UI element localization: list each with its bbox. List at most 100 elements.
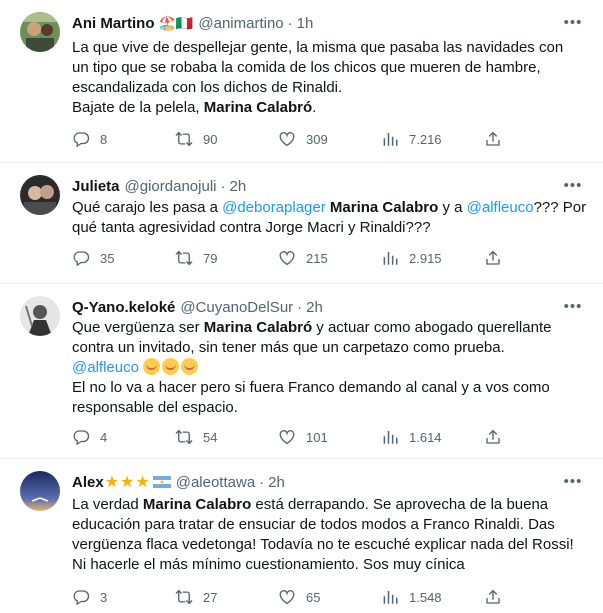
tweet[interactable]: Julieta @giordanojuli · 2h ••• Qué caraj… xyxy=(0,163,603,284)
reply-count: 3 xyxy=(100,589,108,605)
timestamp[interactable]: 2h xyxy=(306,299,323,316)
separator-dot: · xyxy=(220,177,226,195)
display-name[interactable]: Q-Yano.keloké xyxy=(72,299,175,316)
share-icon xyxy=(484,428,502,446)
like-count: 101 xyxy=(306,429,328,445)
avatar[interactable] xyxy=(20,296,60,336)
share-button[interactable] xyxy=(484,588,502,606)
retweet-button[interactable]: 79 xyxy=(175,249,245,267)
tweet[interactable]: Alex ★ ★ ★ @aleottawa · 2h ••• La verdad M… xyxy=(0,459,603,613)
text-line: El no lo va a hacer pero si fuera Franco… xyxy=(72,379,550,396)
views-button[interactable]: 1.614 xyxy=(381,428,451,446)
more-options-icon[interactable]: ••• xyxy=(563,471,583,491)
tweet-header: Alex ★ ★ ★ @aleottawa · 2h ••• xyxy=(72,471,583,493)
views-count: 1.548 xyxy=(409,589,442,605)
mention-link[interactable]: @alfleuco xyxy=(72,359,139,376)
reply-count: 4 xyxy=(100,429,108,445)
reply-button[interactable]: 8 xyxy=(72,130,142,148)
separator-dot: · xyxy=(259,473,265,491)
retweet-count: 79 xyxy=(203,250,218,266)
timestamp[interactable]: 1h xyxy=(297,15,314,32)
retweet-icon xyxy=(175,428,193,446)
retweet-button[interactable]: 27 xyxy=(175,588,245,606)
text-line: un tipo que se robaba la comida de los c… xyxy=(72,59,541,76)
analytics-icon xyxy=(381,249,399,267)
reply-button[interactable]: 35 xyxy=(72,249,142,267)
views-button[interactable]: 1.548 xyxy=(381,588,451,606)
text-line: contra un invitado, sin tener más que un… xyxy=(72,339,505,356)
display-name[interactable]: Julieta xyxy=(72,178,120,195)
views-button[interactable]: 7.216 xyxy=(381,130,451,148)
retweet-icon xyxy=(175,130,193,148)
like-count: 65 xyxy=(306,589,321,605)
handle[interactable]: @giordanojuli xyxy=(125,178,217,195)
text-line: escandalizada con los dichos de Rinaldi. xyxy=(72,79,343,96)
retweet-icon xyxy=(175,249,193,267)
text-line: Que vergüenza ser Marina Calabró y actua… xyxy=(72,319,552,336)
share-icon xyxy=(484,588,502,606)
retweet-icon xyxy=(175,588,193,606)
retweet-count: 27 xyxy=(203,589,218,605)
heart-icon xyxy=(278,588,296,606)
name-emojis: 🏖️🇮🇹 xyxy=(158,14,194,31)
more-options-icon[interactable]: ••• xyxy=(563,296,583,316)
heart-icon xyxy=(278,249,296,267)
highlight-name: Marina Calabró xyxy=(203,99,313,116)
text-line: qué tanta agresividad contra Jorge Macri… xyxy=(72,219,431,236)
like-button[interactable]: 309 xyxy=(278,130,348,148)
highlight-name: Marina Calabro xyxy=(329,199,439,216)
action-bar: 8 90 309 7.216 xyxy=(72,129,502,149)
tweet[interactable]: Q-Yano.keloké @CuyanoDelSur · 2h ••• Que… xyxy=(0,284,603,459)
analytics-icon xyxy=(381,428,399,446)
like-button[interactable]: 65 xyxy=(278,588,348,606)
text-line: La que vive de despellejar gente, la mis… xyxy=(72,39,564,56)
analytics-icon xyxy=(381,588,399,606)
display-name[interactable]: Alex xyxy=(72,474,104,491)
reply-button[interactable]: 4 xyxy=(72,428,142,446)
retweet-button[interactable]: 90 xyxy=(175,130,245,148)
reply-button[interactable]: 3 xyxy=(72,588,142,606)
reply-icon xyxy=(72,249,90,267)
like-button[interactable]: 215 xyxy=(278,249,348,267)
text-line: Bajate de la pelela, Marina Calabró. xyxy=(72,99,317,116)
heart-icon xyxy=(278,428,296,446)
handle[interactable]: @CuyanoDelSur xyxy=(180,299,293,316)
mention-link[interactable]: @alfleuco xyxy=(467,199,534,216)
share-button[interactable] xyxy=(484,428,502,446)
heart-icon xyxy=(278,130,296,148)
emoji-icon xyxy=(181,358,199,375)
text-line: vergüenza flaca vedetonga! Todavía no te… xyxy=(72,536,574,553)
views-button[interactable]: 2.915 xyxy=(381,249,451,267)
more-options-icon[interactable]: ••• xyxy=(563,175,583,195)
avatar[interactable] xyxy=(20,175,60,215)
avatar[interactable] xyxy=(20,12,60,52)
retweet-count: 54 xyxy=(203,429,218,445)
text-line: responsable del espacio. xyxy=(72,399,238,416)
more-options-icon[interactable]: ••• xyxy=(563,12,583,32)
avatar[interactable] xyxy=(20,471,60,511)
tweet-header: Julieta @giordanojuli · 2h ••• xyxy=(72,175,583,197)
tweet-text: Qué carajo les pasa a @deboraplager Mari… xyxy=(72,198,589,238)
text-line: La verdad Marina Calabro está derrapando… xyxy=(72,496,549,513)
handle[interactable]: @animartino xyxy=(198,15,283,32)
share-button[interactable] xyxy=(484,130,502,148)
display-name[interactable]: Ani Martino xyxy=(72,15,155,32)
mention-link[interactable]: @deboraplager xyxy=(222,199,326,216)
handle[interactable]: @aleottawa xyxy=(176,474,255,491)
timestamp[interactable]: 2h xyxy=(268,474,285,491)
text-line: Qué carajo les pasa a @deboraplager Mari… xyxy=(72,199,587,216)
timestamp[interactable]: 2h xyxy=(229,178,246,195)
tweet[interactable]: Ani Martino 🏖️🇮🇹 @animartino · 1h ••• La… xyxy=(0,0,603,163)
tweet-text: La verdad Marina Calabro está derrapando… xyxy=(72,495,589,575)
share-button[interactable] xyxy=(484,249,502,267)
argentina-flag-icon xyxy=(152,476,171,488)
like-count: 215 xyxy=(306,250,328,266)
reply-icon xyxy=(72,588,90,606)
action-bar: 4 54 101 1.614 xyxy=(72,427,502,447)
tweet-text: La que vive de despellejar gente, la mis… xyxy=(72,38,589,118)
retweet-button[interactable]: 54 xyxy=(175,428,245,446)
like-button[interactable]: 101 xyxy=(278,428,348,446)
views-count: 1.614 xyxy=(409,429,442,445)
text-line: @alfleuco xyxy=(72,358,589,378)
star-emoji-icon: ★ xyxy=(135,474,150,491)
